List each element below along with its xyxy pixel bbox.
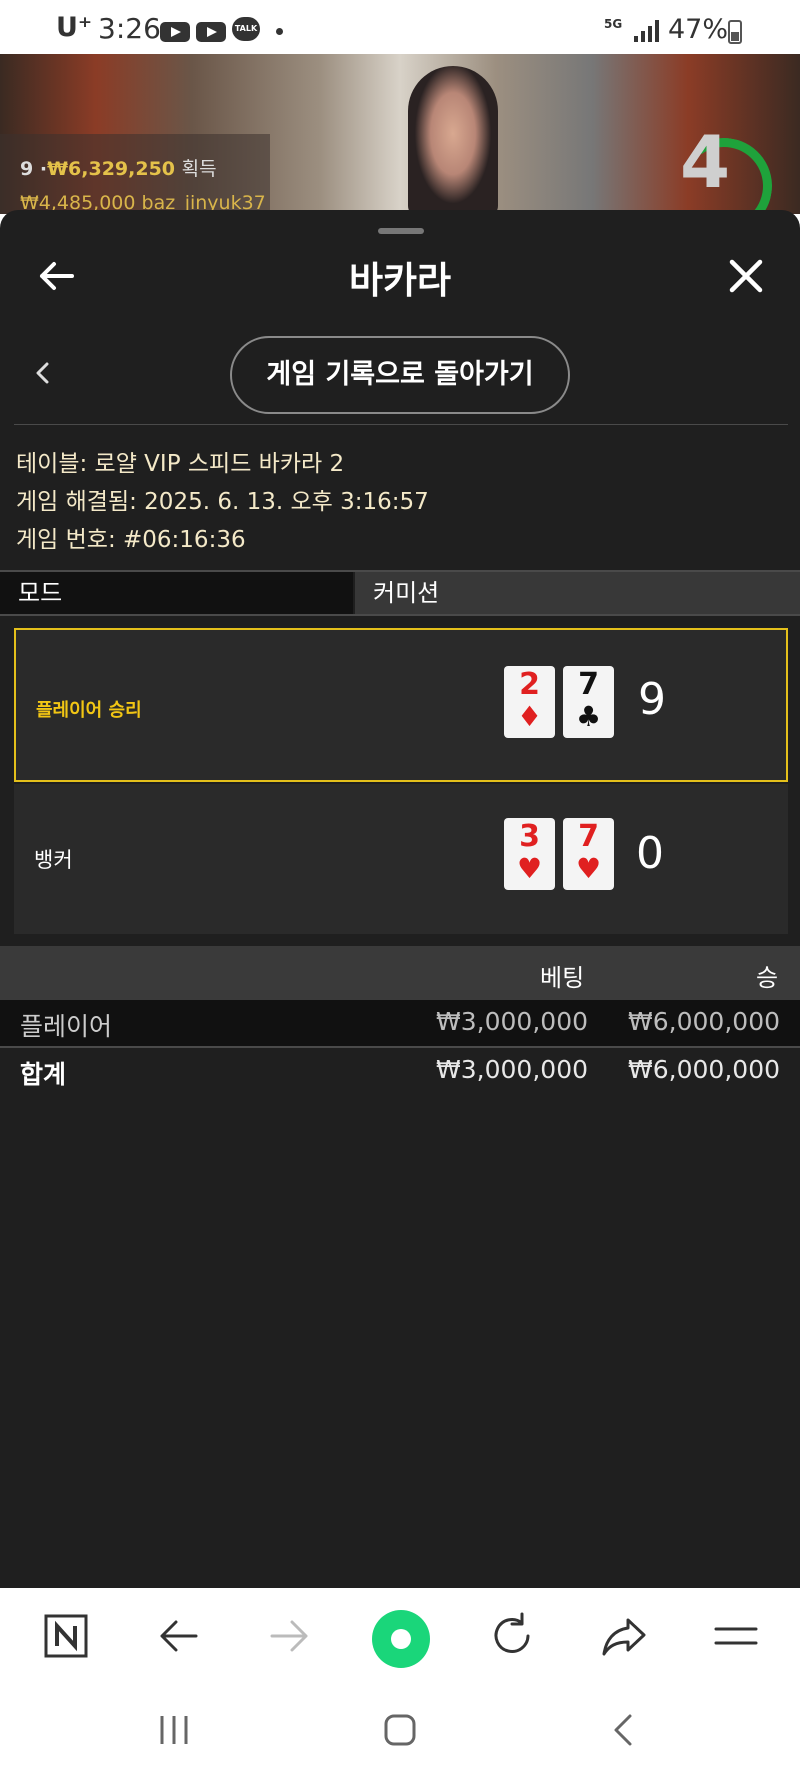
win-column-header: 승 [756,964,779,992]
chevron-left-icon[interactable] [28,358,58,388]
drag-handle[interactable] [378,228,424,234]
bet-column-header: 베팅 [540,964,585,992]
back-icon[interactable] [150,1608,206,1664]
playing-card: 7 ♥ [563,818,614,890]
live-video[interactable]: 9 ·₩6,329,250 획득 ₩4,485,000 baz_jinyuk37… [0,54,800,214]
bet-name: 플레이어 [20,1012,113,1041]
heart-suit-icon: ♥ [575,852,602,885]
mode-row: 모드 커미션 [0,570,800,616]
table-row: 플레이어 ₩3,000,000 ₩6,000,000 [0,1000,800,1046]
playing-card: 3 ♥ [504,818,555,890]
winnings-amount: ₩6,329,250 [47,158,176,180]
home-icon[interactable] [372,1610,430,1668]
person-icon: · [39,158,48,180]
mode-value: 커미션 [355,572,800,614]
network-5g-icon: 5G [604,17,623,31]
youtube-icon [196,22,226,42]
clock: 3:26 [98,12,161,45]
banker-score: 0 [636,828,664,879]
system-back-icon[interactable] [604,1710,644,1750]
more-notifications-dot [276,28,283,35]
home-button-icon[interactable] [380,1710,420,1750]
refresh-icon[interactable] [484,1608,540,1664]
game-number-info: 게임 번호: #06:16:36 [16,527,246,553]
kakaotalk-icon: TALK [232,17,260,41]
heart-suit-icon: ♥ [516,852,543,885]
status-bar: U⁺ 3:26 TALK 5G 47% [0,0,800,54]
player-win-label: 플레이어 승리 [36,700,142,721]
game-history-sheet: 바카라 게임 기록으로 돌아가기 테이블: 로얄 VIP 스피드 바카라 2 게… [0,210,800,1588]
bet-amount: ₩3,000,000 [436,1007,588,1036]
bets-table-header: 베팅 승 [0,946,800,1000]
recent-apps-icon[interactable] [154,1710,194,1750]
dealer-video [408,66,498,214]
card-rank: 2 [519,667,540,702]
total-bet-amount: ₩3,000,000 [436,1055,588,1084]
battery-percent: 47% [668,14,729,45]
back-to-history-button[interactable]: 게임 기록으로 돌아가기 [230,336,570,414]
player-count: 9 [20,158,34,180]
banker-label: 뱅커 [34,848,73,872]
countdown-timer: 4 [680,120,731,204]
win-amount: ₩6,000,000 [628,1007,780,1036]
winners-summary: 9 ·₩6,329,250 획득 [20,154,217,181]
share-icon[interactable] [596,1608,652,1664]
naver-icon[interactable] [38,1608,94,1664]
signal-icon [634,20,660,42]
total-win-amount: ₩6,000,000 [628,1055,780,1084]
winnings-label: 획득 [181,158,217,180]
sheet-title: 바카라 [348,259,452,302]
club-suit-icon: ♣ [575,700,602,733]
carrier-label: U⁺ [56,12,93,43]
youtube-icon [160,22,190,42]
banker-result: 뱅커 3 ♥ 7 ♥ 0 [14,784,788,934]
player-score: 9 [638,674,666,725]
playing-card: 7 ♣ [563,666,614,738]
card-rank: 7 [578,667,599,702]
playing-card: 2 ♦ [504,666,555,738]
card-rank: 7 [578,819,599,854]
card-rank: 3 [519,819,540,854]
resolved-info: 게임 해결됨: 2025. 6. 13. 오후 3:16:57 [16,489,429,515]
forward-icon[interactable] [262,1608,318,1664]
total-row: 합계 ₩3,000,000 ₩6,000,000 [0,1048,800,1094]
divider [14,424,788,425]
mode-label: 모드 [0,572,353,614]
close-icon[interactable] [724,254,768,298]
system-nav-bar [0,1682,800,1778]
table-info: 테이블: 로얄 VIP 스피드 바카라 2 [16,451,345,477]
player-result: 플레이어 승리 2 ♦ 7 ♣ 9 [14,628,788,782]
browser-toolbar [0,1588,800,1682]
total-label: 합계 [20,1060,67,1089]
menu-icon[interactable] [708,1608,764,1664]
battery-icon [728,20,742,44]
diamond-suit-icon: ♦ [516,700,543,733]
